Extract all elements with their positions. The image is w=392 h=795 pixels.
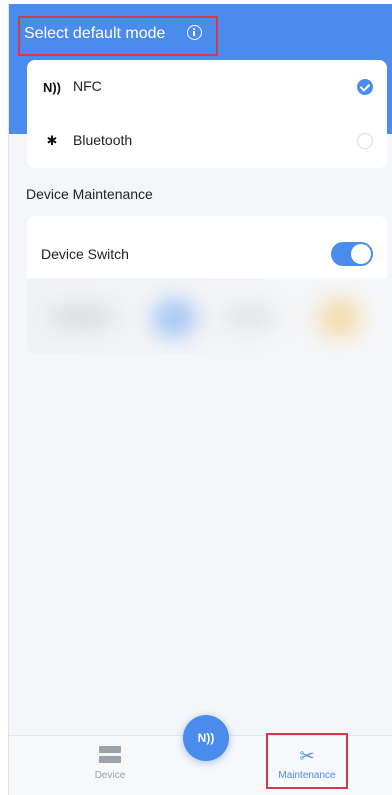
- nfc-icon: N)): [197, 731, 215, 745]
- mode-options-card: N)) NFC ✱ Bluetooth: [27, 60, 387, 168]
- maintenance-card: Device Switch: [27, 216, 387, 354]
- blurred-item: [222, 303, 277, 331]
- device-switch-label: Device Switch: [41, 246, 129, 262]
- blurred-item: [152, 298, 197, 338]
- mode-option-bluetooth[interactable]: ✱ Bluetooth: [27, 114, 387, 168]
- tab-label: Maintenance: [278, 770, 336, 781]
- radio-button[interactable]: [357, 133, 373, 149]
- page-title: Select default mode: [24, 25, 166, 42]
- tab-maintenance[interactable]: ✂ Maintenance: [266, 733, 348, 795]
- nfc-icon: N)): [42, 79, 62, 95]
- device-switch-toggle[interactable]: [331, 242, 373, 266]
- info-icon[interactable]: [187, 25, 202, 40]
- bluetooth-icon: ✱: [46, 133, 58, 148]
- nfc-scan-button[interactable]: N)): [183, 715, 229, 761]
- tab-device[interactable]: Device: [65, 736, 155, 795]
- app-screen: Select default mode N)) NFC ✱ Bluetooth …: [8, 4, 392, 795]
- blurred-content: [27, 278, 387, 354]
- mode-option-label: NFC: [73, 78, 102, 94]
- blurred-item: [317, 298, 362, 338]
- mode-option-nfc[interactable]: N)) NFC: [27, 60, 387, 114]
- toggle-knob: [351, 244, 371, 264]
- section-title: Device Maintenance: [26, 186, 153, 202]
- blurred-item: [47, 306, 117, 328]
- tab-label: Device: [94, 770, 126, 781]
- tools-icon: ✂: [299, 746, 315, 766]
- check-circle-icon[interactable]: [357, 79, 373, 95]
- device-icon: [99, 746, 121, 764]
- mode-option-label: Bluetooth: [73, 132, 133, 148]
